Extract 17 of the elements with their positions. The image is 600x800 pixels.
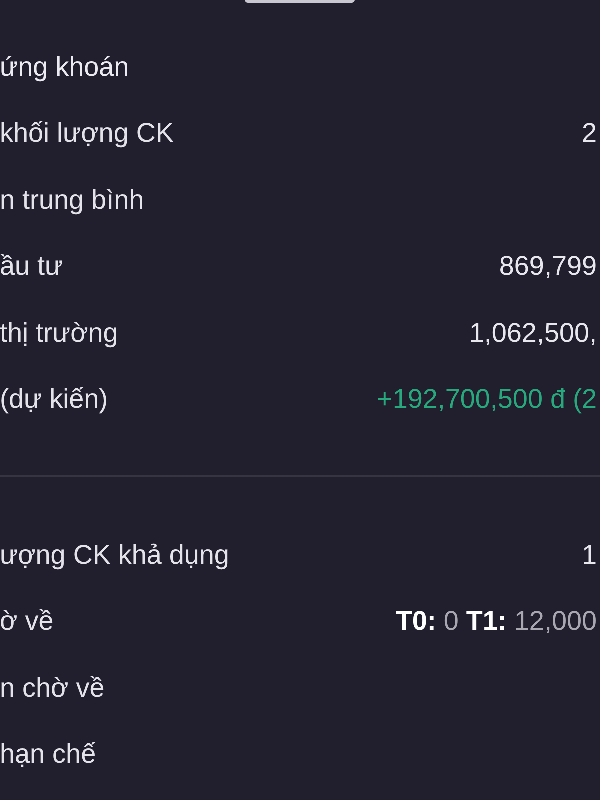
field-value: T0: 0 T1: 12,000 [396,608,598,636]
field-value: +192,700,500 đ (2 [377,386,598,414]
field-label: khối lượng CK [0,120,174,148]
field-value: 2 [582,120,598,148]
field-label: n chờ về [0,674,105,702]
field-value: 1,062,500, [469,320,598,347]
field-label: thị trường [0,320,118,347]
field-label: ầu tư [0,253,64,280]
field-value: 1 [582,542,598,569]
field-value: 869,799 [499,253,598,280]
field-label: (dự kiến) [0,386,108,414]
field-label: n trung bình [0,186,144,214]
section-title: ứng khoán [0,54,130,81]
field-label: ờ về [0,608,54,636]
field-label: hạn chế [0,741,96,768]
drag-handle[interactable] [245,0,355,3]
field-label: ượng CK khả dụng [0,542,230,569]
